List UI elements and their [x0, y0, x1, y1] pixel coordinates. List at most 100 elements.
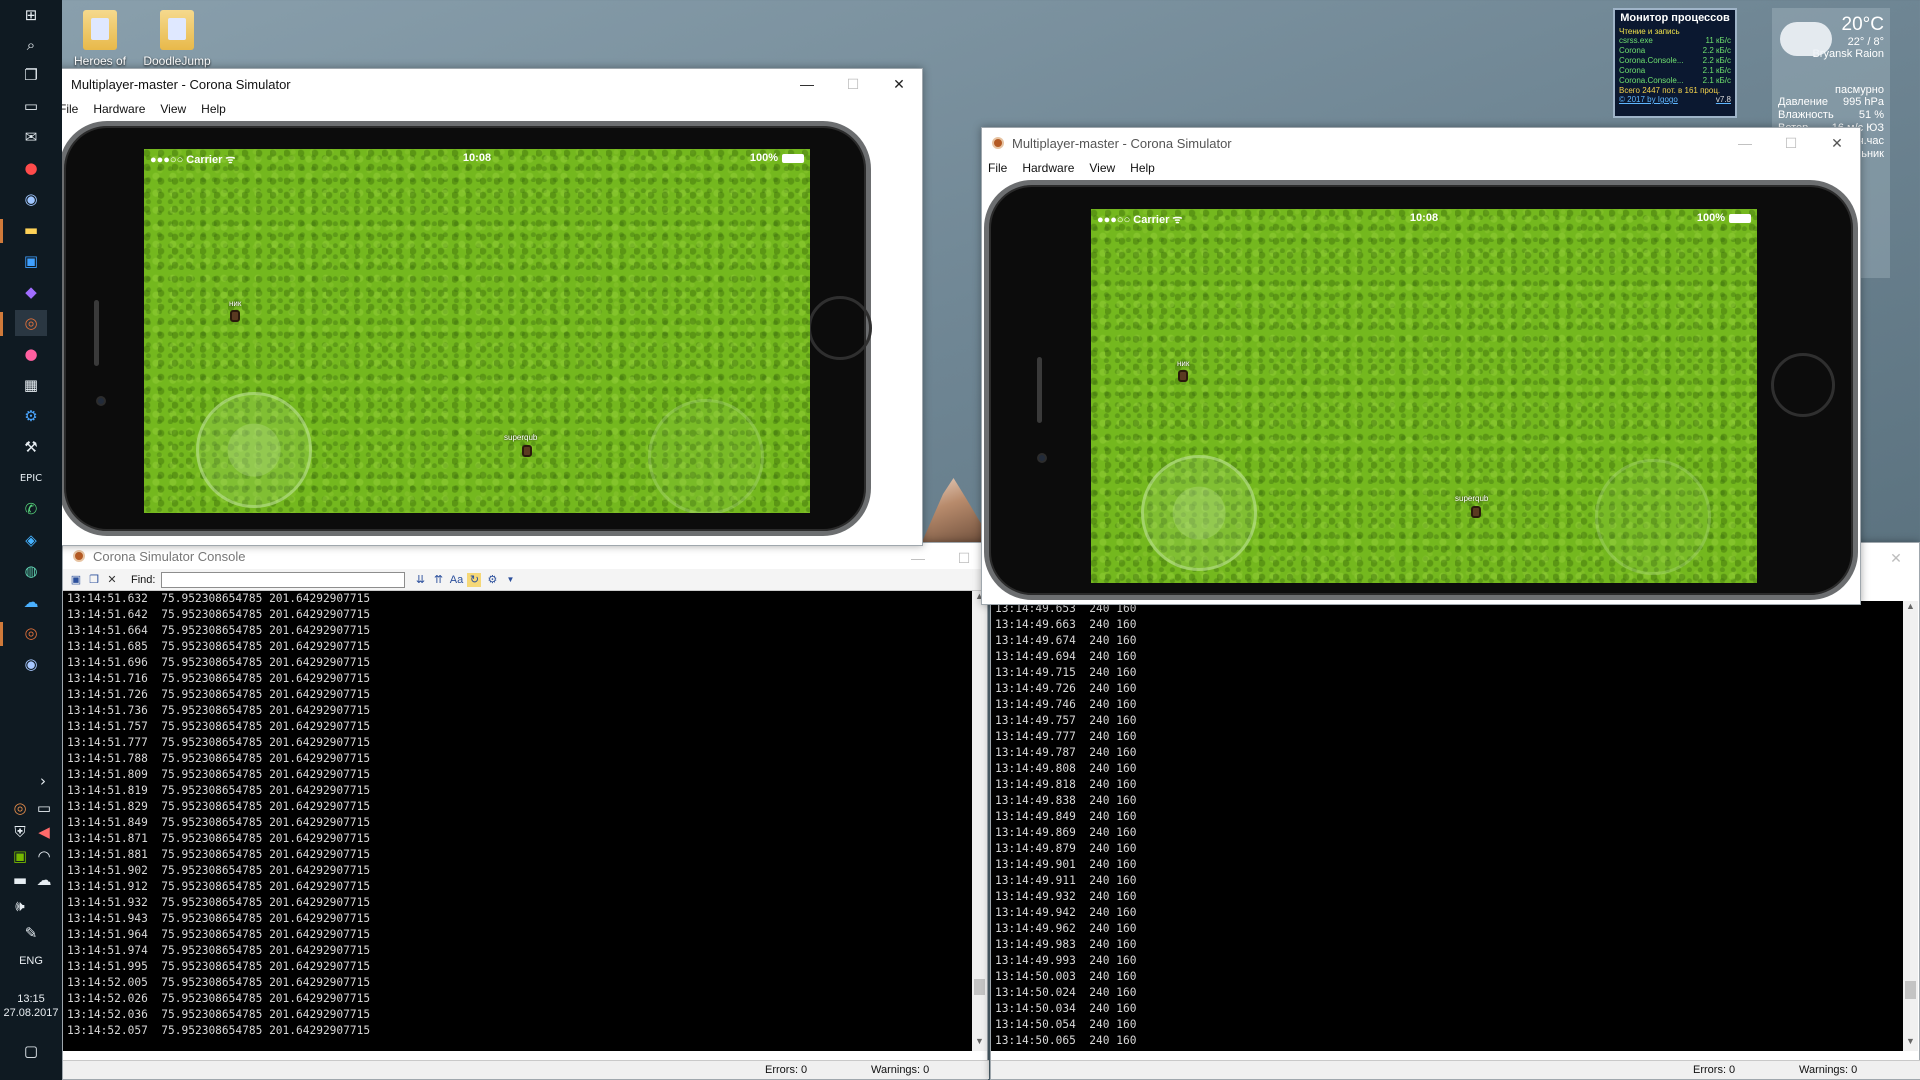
log-line: 13:14:51.716 75.952308654785 201.6429290…: [67, 672, 371, 685]
scroll-down-icon[interactable]: ▼: [972, 1036, 987, 1051]
player-name: superqub: [1455, 494, 1489, 503]
home-button[interactable]: [1771, 353, 1835, 417]
joystick-knob[interactable]: [227, 423, 281, 477]
volume-mute-icon[interactable]: ◀: [32, 819, 56, 845]
find-input[interactable]: [161, 571, 406, 588]
vertical-scrollbar[interactable]: ▲ ▼: [1903, 601, 1918, 1051]
clock-time[interactable]: 13:15: [0, 992, 62, 1006]
titlebar[interactable]: Multiplayer-master - Corona Simulator — …: [47, 69, 922, 99]
minimize-button[interactable]: —: [895, 543, 941, 573]
corona-console-icon[interactable]: ◎: [15, 620, 47, 646]
window-title: Multiplayer-master - Corona Simulator: [1012, 135, 1232, 151]
vertical-scrollbar[interactable]: ▲ ▼: [972, 591, 987, 1051]
messenger-icon[interactable]: ●: [15, 341, 47, 367]
wifi-icon[interactable]: ◠: [32, 843, 56, 869]
speaker-icon[interactable]: 🕪: [8, 893, 32, 919]
game-screen[interactable]: ●●●○○ Carrier ᯤ 10:08 100% ник superqub: [144, 149, 810, 513]
clock-date[interactable]: 27.08.2017: [0, 1006, 62, 1020]
globe-icon[interactable]: ◍: [15, 558, 47, 584]
settings-icon[interactable]: ⚙: [485, 573, 499, 587]
menu-view[interactable]: View: [160, 102, 186, 116]
cloud-app-icon[interactable]: ☁: [15, 589, 47, 615]
log-line: 13:14:50.054 240 160: [995, 1018, 1137, 1031]
monitor-icon[interactable]: ▭: [15, 93, 47, 119]
maximize-button[interactable]: ☐: [830, 69, 876, 99]
home-button[interactable]: [808, 296, 872, 360]
search-icon[interactable]: ⌕: [15, 32, 47, 58]
yandex-icon[interactable]: ●: [15, 155, 47, 181]
mail-icon[interactable]: ✉: [15, 124, 47, 150]
menu-file[interactable]: File: [988, 161, 1007, 175]
menu-hardware[interactable]: Hardware: [1022, 161, 1074, 175]
tool-icon[interactable]: ⚒: [15, 434, 47, 460]
battery-label: 100%: [1696, 212, 1725, 224]
menu-help[interactable]: Help: [201, 102, 226, 116]
log-line: 13:14:52.057 75.952308654785 201.6429290…: [67, 1024, 371, 1037]
cube-icon[interactable]: ◈: [15, 527, 47, 553]
settings-icon[interactable]: ⚙: [15, 403, 47, 429]
shortcut-icon: [160, 10, 194, 50]
tray-shield-icon[interactable]: ⛨: [8, 819, 32, 845]
close-button[interactable]: ✕: [1873, 543, 1919, 573]
clear-icon[interactable]: ✕: [105, 573, 119, 587]
minimize-button[interactable]: —: [784, 69, 830, 99]
titlebar[interactable]: Corona Simulator Console — ☐: [63, 543, 987, 569]
onedrive-icon[interactable]: ☁: [32, 867, 56, 893]
chevron-down-icon[interactable]: ▼: [503, 573, 517, 587]
find-prev-icon[interactable]: ⇈: [431, 573, 445, 587]
find-next-icon[interactable]: ⇊: [413, 573, 427, 587]
scroll-thumb[interactable]: [1905, 981, 1916, 999]
close-button[interactable]: ✕: [1814, 128, 1860, 158]
minimize-button[interactable]: —: [1722, 128, 1768, 158]
photoshop-icon[interactable]: ▣: [15, 248, 47, 274]
scroll-thumb[interactable]: [974, 979, 985, 995]
start-icon[interactable]: ⊞: [15, 2, 47, 28]
scroll-down-icon[interactable]: ▼: [1903, 1036, 1918, 1051]
calculator-icon[interactable]: ▦: [15, 372, 47, 398]
tray-drive-icon[interactable]: ▬: [8, 867, 32, 893]
copy-icon[interactable]: ❐: [87, 573, 101, 587]
notifications-icon[interactable]: ▢: [15, 1038, 47, 1064]
process-name: csrss.exe: [1619, 36, 1653, 45]
tray-display-icon[interactable]: ▭: [32, 795, 56, 821]
desktop-icon-heroes[interactable]: Heroes of: [62, 10, 138, 68]
battery-label: 100%: [749, 152, 778, 164]
move-joystick[interactable]: [196, 392, 312, 508]
console-window-1: Corona Simulator Console — ☐ ▣ ❐ ✕ Find:…: [62, 542, 989, 1080]
desktop-icon-doodlejump[interactable]: DoodleJump: [139, 10, 215, 68]
close-button[interactable]: ✕: [876, 69, 922, 99]
task-view-icon[interactable]: ❐: [15, 62, 47, 88]
tray-app-icon[interactable]: ◎: [8, 795, 32, 821]
tray-nvidia-icon[interactable]: ▣: [8, 843, 32, 869]
log-line: 13:14:49.787 240 160: [995, 746, 1137, 759]
move-joystick[interactable]: [1141, 455, 1257, 571]
network-app-icon[interactable]: ◉: [15, 651, 47, 677]
save-icon[interactable]: ▣: [69, 573, 83, 587]
fire-joystick[interactable]: [648, 399, 764, 513]
maximize-button[interactable]: ☐: [1768, 128, 1814, 158]
pen-icon[interactable]: ✎: [15, 920, 47, 946]
epic-icon[interactable]: EPIC: [15, 465, 47, 491]
game-screen[interactable]: ●●●○○ Carrier ᯤ 10:08 100% ник superqub: [1091, 209, 1757, 583]
status-time: 10:08: [1409, 212, 1439, 224]
language-indicator[interactable]: ENG: [0, 954, 62, 968]
titlebar[interactable]: Multiplayer-master - Corona Simulator — …: [982, 128, 1860, 158]
menu-hardware[interactable]: Hardware: [93, 102, 145, 116]
chat-icon[interactable]: ✆: [15, 496, 47, 522]
menu-help[interactable]: Help: [1130, 161, 1155, 175]
scroll-up-icon[interactable]: ▲: [1903, 601, 1918, 616]
visual-studio-icon[interactable]: ◆: [15, 279, 47, 305]
joystick-knob[interactable]: [1172, 486, 1226, 540]
errors-count: Errors: 0: [1693, 1064, 1736, 1076]
author-link[interactable]: © 2017 by Igogo: [1619, 95, 1678, 104]
steam-icon[interactable]: ◉: [15, 186, 47, 212]
wrap-icon[interactable]: ↻: [467, 572, 482, 587]
chevron-up-icon[interactable]: ›: [30, 768, 56, 794]
folder-icon[interactable]: ▬: [15, 217, 47, 243]
log-line: 13:14:49.993 240 160: [995, 954, 1137, 967]
corona-icon[interactable]: ◎: [15, 310, 47, 336]
log-line: 13:14:51.902 75.952308654785 201.6429290…: [67, 864, 371, 877]
menu-view[interactable]: View: [1089, 161, 1115, 175]
match-case-icon[interactable]: Aa: [449, 573, 463, 587]
fire-joystick[interactable]: [1595, 459, 1711, 575]
